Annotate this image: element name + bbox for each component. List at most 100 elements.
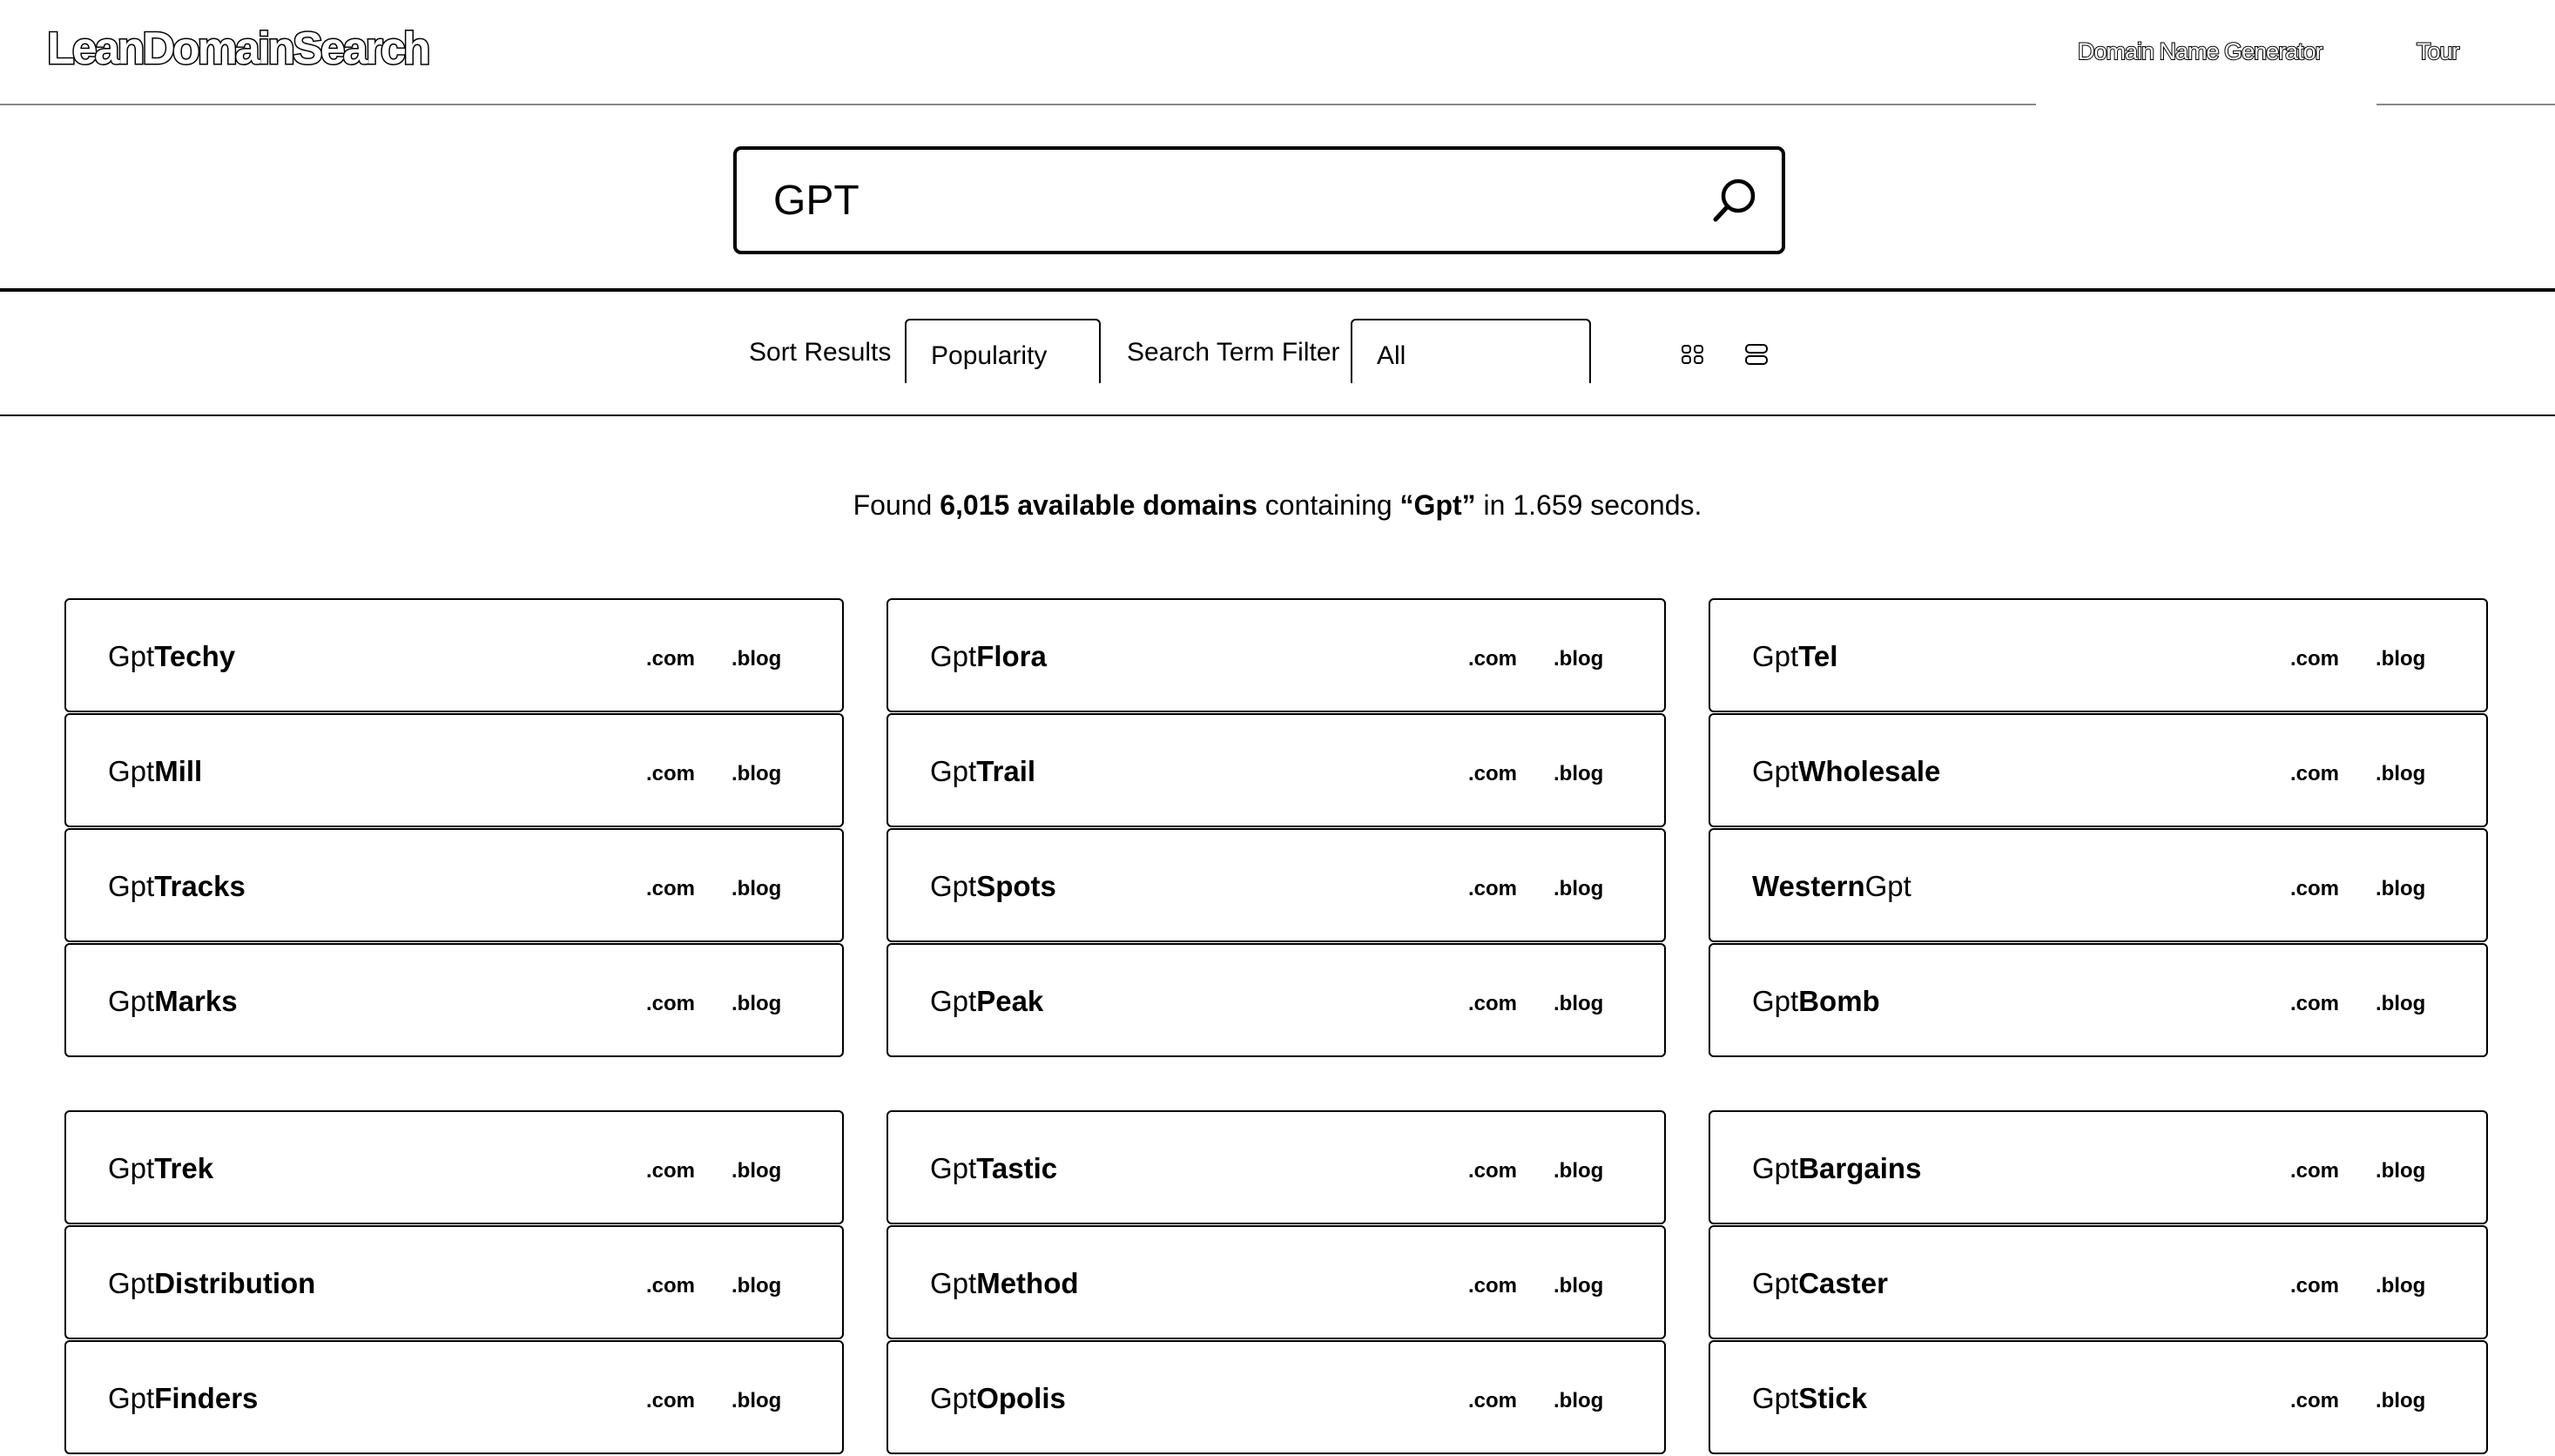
- tld-blog-link[interactable]: .blog: [2376, 762, 2425, 786]
- domain-result-row[interactable]: GptFlora .com .blog: [886, 598, 1666, 712]
- tld-blog-link[interactable]: .blog: [731, 1159, 781, 1183]
- tld-com-link[interactable]: .com: [1468, 1274, 1517, 1298]
- tld-com-link[interactable]: .com: [2290, 1389, 2339, 1413]
- domain-name-suggestion: Western: [1752, 870, 1865, 902]
- search-term-filter-select[interactable]: All: [1351, 319, 1591, 383]
- domain-result-row[interactable]: GptBomb .com .blog: [1709, 943, 2488, 1057]
- tld-com-link[interactable]: .com: [1468, 877, 1517, 901]
- tld-com-link[interactable]: .com: [646, 1159, 695, 1183]
- domain-result-row[interactable]: GptDistribution .com .blog: [64, 1225, 844, 1339]
- domain-result-row[interactable]: GptMarks .com .blog: [64, 943, 844, 1057]
- domain-name-keyword: Gpt: [930, 870, 977, 902]
- tld-blog-link[interactable]: .blog: [731, 647, 781, 671]
- domain-result-row[interactable]: GptTrail .com .blog: [886, 713, 1666, 827]
- domain-result-row[interactable]: GptMethod .com .blog: [886, 1225, 1666, 1339]
- tld-blog-link[interactable]: .blog: [731, 992, 781, 1016]
- tld-com-link[interactable]: .com: [646, 992, 695, 1016]
- tld-blog-link[interactable]: .blog: [2376, 877, 2425, 901]
- tld-com-link[interactable]: .com: [646, 877, 695, 901]
- tld-blog-link[interactable]: .blog: [2376, 1274, 2425, 1298]
- tld-blog-link[interactable]: .blog: [731, 1274, 781, 1298]
- tld-com-link[interactable]: .com: [646, 1389, 695, 1413]
- results-summary: Found 6,015 available domains containing…: [0, 489, 2555, 522]
- domain-result-row[interactable]: GptStick .com .blog: [1709, 1340, 2488, 1454]
- tld-com-link[interactable]: .com: [2290, 647, 2339, 671]
- domain-name-keyword: Gpt: [1864, 870, 1911, 902]
- logo[interactable]: LeanDomainSearch: [46, 23, 432, 76]
- nav-tour[interactable]: Tour: [2416, 37, 2461, 65]
- tld-blog-link[interactable]: .blog: [731, 877, 781, 901]
- tld-blog-link[interactable]: .blog: [1554, 1274, 1603, 1298]
- domain-name-keyword: Gpt: [930, 1382, 977, 1414]
- tld-com-link[interactable]: .com: [1468, 1389, 1517, 1413]
- tld-com-link[interactable]: .com: [2290, 762, 2339, 786]
- domain-result-row[interactable]: GptSpots .com .blog: [886, 828, 1666, 942]
- tld-com-link[interactable]: .com: [646, 1274, 695, 1298]
- domain-name-keyword: Gpt: [108, 755, 155, 787]
- tld-com-link[interactable]: .com: [2290, 992, 2339, 1016]
- domain-name: GptStick: [1752, 1382, 1867, 1415]
- tld-blog-link[interactable]: .blog: [1554, 877, 1603, 901]
- tld-blog-link[interactable]: .blog: [731, 1389, 781, 1413]
- domain-name-keyword: Gpt: [1752, 1382, 1799, 1414]
- search-input[interactable]: [773, 167, 1644, 233]
- tld-com-link[interactable]: .com: [1468, 762, 1517, 786]
- list-view-icon[interactable]: [1743, 341, 1770, 367]
- domain-name-keyword: Gpt: [1752, 755, 1799, 787]
- domain-result-row[interactable]: GptTracks .com .blog: [64, 828, 844, 942]
- tld-blog-link[interactable]: .blog: [1554, 647, 1603, 671]
- tld-blog-link[interactable]: .blog: [1554, 992, 1603, 1016]
- domain-name-suggestion: Tracks: [154, 870, 246, 902]
- domain-name: GptTracks: [108, 870, 246, 903]
- grid-view-icon[interactable]: [1680, 341, 1706, 367]
- tld-blog-link[interactable]: .blog: [2376, 1389, 2425, 1413]
- domain-result-row[interactable]: GptTechy .com .blog: [64, 598, 844, 712]
- domain-name: GptTel: [1752, 640, 1837, 673]
- domain-result-row[interactable]: GptMill .com .blog: [64, 713, 844, 827]
- tld-blog-link[interactable]: .blog: [1554, 1159, 1603, 1183]
- domain-result-row[interactable]: GptWholesale .com .blog: [1709, 713, 2488, 827]
- summary-prefix: Found: [853, 489, 940, 521]
- domain-name: GptMethod: [930, 1267, 1079, 1300]
- tld-com-link[interactable]: .com: [1468, 992, 1517, 1016]
- domain-result-row[interactable]: GptTrek .com .blog: [64, 1110, 844, 1224]
- tld-blog-link[interactable]: .blog: [2376, 647, 2425, 671]
- sort-results-select[interactable]: Popularity: [905, 319, 1101, 383]
- tld-blog-link[interactable]: .blog: [2376, 992, 2425, 1016]
- tld-blog-link[interactable]: .blog: [731, 762, 781, 786]
- domain-result-row[interactable]: WesternGpt .com .blog: [1709, 828, 2488, 942]
- tld-com-link[interactable]: .com: [1468, 1159, 1517, 1183]
- domain-result-row[interactable]: GptBargains .com .blog: [1709, 1110, 2488, 1224]
- tld-com-link[interactable]: .com: [2290, 1274, 2339, 1298]
- domain-result-row[interactable]: GptCaster .com .blog: [1709, 1225, 2488, 1339]
- header: LeanDomainSearch Domain Name Generator T…: [0, 0, 2555, 105]
- domain-name-keyword: Gpt: [108, 1152, 155, 1184]
- domain-name-keyword: Gpt: [108, 985, 155, 1017]
- domain-name-suggestion: Bargains: [1798, 1152, 1922, 1184]
- domain-name-suggestion: Caster: [1798, 1267, 1888, 1299]
- domain-result-row[interactable]: GptFinders .com .blog: [64, 1340, 844, 1454]
- search-icon[interactable]: [1710, 176, 1759, 225]
- domain-name-suggestion: Trail: [976, 755, 1036, 787]
- domain-name-suggestion: Stick: [1798, 1382, 1868, 1414]
- search-term-filter-label: Search Term Filter: [1127, 338, 1340, 367]
- tld-com-link[interactable]: .com: [646, 762, 695, 786]
- tld-com-link[interactable]: .com: [2290, 1159, 2339, 1183]
- tld-blog-link[interactable]: .blog: [1554, 762, 1603, 786]
- domain-name-keyword: Gpt: [930, 640, 977, 672]
- domain-name-suggestion: Distribution: [154, 1267, 316, 1299]
- tld-com-link[interactable]: .com: [2290, 877, 2339, 901]
- domain-name: GptOpolis: [930, 1382, 1066, 1415]
- tld-com-link[interactable]: .com: [1468, 647, 1517, 671]
- tld-blog-link[interactable]: .blog: [2376, 1159, 2425, 1183]
- domain-result-row[interactable]: GptOpolis .com .blog: [886, 1340, 1666, 1454]
- domain-name-suggestion: Spots: [976, 870, 1056, 902]
- domain-result-row[interactable]: GptTel .com .blog: [1709, 598, 2488, 712]
- domain-result-row[interactable]: GptPeak .com .blog: [886, 943, 1666, 1057]
- tld-blog-link[interactable]: .blog: [1554, 1389, 1603, 1413]
- nav-domain-name-generator[interactable]: Domain Name Generator: [2077, 37, 2324, 65]
- domain-name: GptFlora: [930, 640, 1047, 673]
- domain-result-row[interactable]: GptTastic .com .blog: [886, 1110, 1666, 1224]
- tld-com-link[interactable]: .com: [646, 647, 695, 671]
- domain-name-suggestion: Bomb: [1798, 985, 1880, 1017]
